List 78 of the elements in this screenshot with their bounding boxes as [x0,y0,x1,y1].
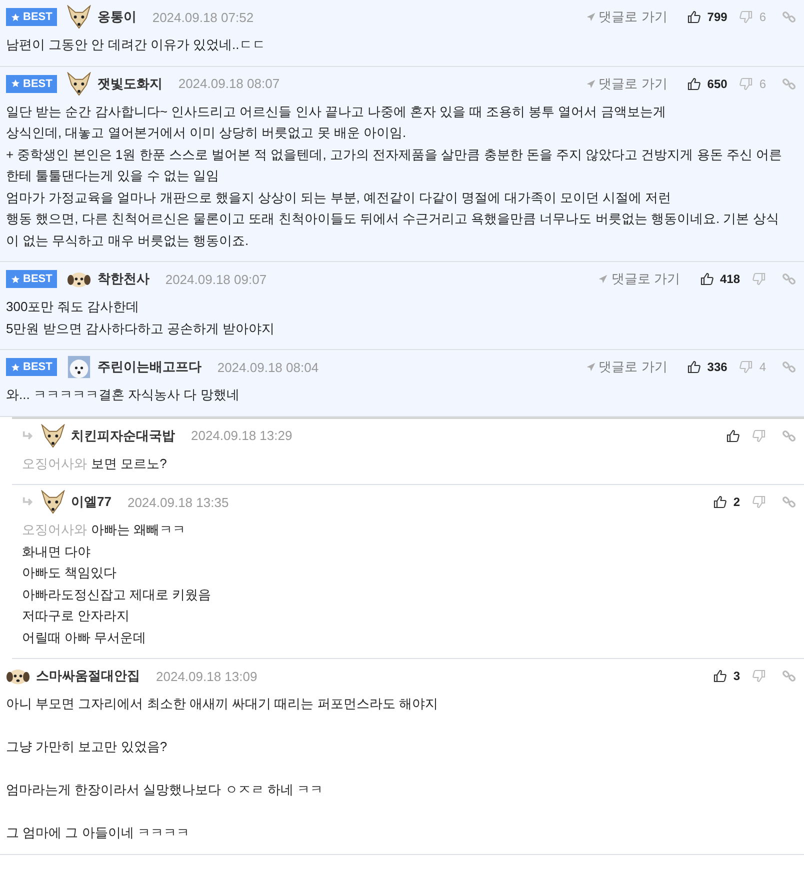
comment-text: 5만원 받으면 감사하다하고 공손하게 받아야지 [6,320,276,338]
go-to-comment-link[interactable]: 댓글로 가기 [586,358,668,376]
like-count: 336 [707,360,728,374]
link-icon[interactable] [782,272,796,286]
link-icon[interactable] [782,360,796,374]
best-badge: BEST [6,74,58,92]
thumbs-up-icon[interactable] [687,76,702,90]
thumbs-down-icon[interactable] [752,669,766,683]
thumbs-down-icon[interactable] [739,76,754,90]
thumbs-up-icon[interactable] [700,272,714,286]
comment-text: 그 엄마에 그 아들이네 ㅋㅋㅋㅋ [6,824,190,842]
link-icon[interactable] [782,76,796,90]
author-name[interactable]: 옹통이 [97,8,136,26]
comment-date: 2024.09.18 09:07 [165,272,267,286]
comment-text: 오징어사와 보면 모르노? [22,454,168,472]
thumbs-up-icon[interactable] [713,669,728,683]
thumbs-up-icon[interactable] [726,428,740,442]
best-badge: BEST [6,270,58,288]
thumbs-up-icon[interactable] [687,10,702,24]
like-count: 799 [707,10,728,24]
best-badge: BEST [6,8,58,26]
comment-text: 엄마가 가정교육을 얼마나 개판으로 했을지 상상이 되는 부분, 예전같이 다같이 명절에 대가족이 모이던 시절에 저런 [6,188,672,206]
comment-text: 일단 받는 순간 감사합니다~ 인사드리고 어르신들 인사 끝나고 나중에 혼자 있을 때 조용히 봉투 열어서 금액보는게 [6,102,667,120]
comment-text: 아니 부모면 그자리에서 최소한 애새끼 싸대기 때리는 퍼포먼스라도 해야지 [6,695,439,713]
comment-text: 상식인데, 대놓고 열어본거에서 이미 상당히 버릇없고 못 배운 아이임. [6,124,408,142]
comment-text: 엄마라는게 한장이라서 실망했나보다 ㅇㅈㄹ 하네 ㅋㅋ [6,781,324,799]
comment-text: 오징어사와 아빠는 왜빼ㅋㅋ [22,521,187,539]
author-name[interactable]: 착한천사 [97,270,150,288]
thumbs-down-icon[interactable] [752,495,766,509]
go-to-comment-link[interactable]: 댓글로 가기 [586,8,668,26]
comment-text: 어릴때 아빠 무서운데 [22,628,148,646]
link-icon[interactable] [782,669,796,683]
link-icon[interactable] [782,10,796,24]
comment-date: 2024.09.18 13:35 [127,494,229,510]
best-badge: BEST [6,358,58,376]
go-to-comment-link[interactable]: 댓글로 가기 [598,270,680,288]
comment-date: 2024.09.18 08:07 [178,76,280,91]
send-icon [598,274,608,284]
thumbs-down-icon[interactable] [752,272,766,286]
like-count: 418 [720,272,740,286]
author-name[interactable]: 스마싸움절대안집 [36,667,140,685]
author-name[interactable]: 잿빛도화지 [97,74,162,92]
dislike-count: 6 [759,76,766,90]
thumbs-up-icon[interactable] [687,360,702,374]
comment-text: 아빠도 책임있다 [22,564,118,582]
send-icon [586,362,596,372]
link-icon[interactable] [782,495,796,509]
thumbs-down-icon[interactable] [739,10,754,24]
link-icon[interactable] [782,428,796,442]
comment-text: 와... ㅋㅋㅋㅋㅋ결혼 자식농사 다 망했네 [6,386,240,404]
comment-text: 저따구로 안자라지 [22,607,131,625]
thumbs-down-icon[interactable] [752,428,766,442]
reply-arrow-icon [22,497,35,507]
like-count: 2 [733,495,740,509]
comment-text: 그냥 가만히 보고만 있었음? [6,738,168,756]
comment-date: 2024.09.18 13:09 [156,668,258,684]
go-to-comment-link[interactable]: 댓글로 가기 [586,74,668,92]
dislike-count: 6 [759,10,766,24]
comment-text: 행동 했으면, 다른 친척어르신은 물론이고 또래 친척아이들도 뒤에서 수근거리고 욕했을만큼 너무나도 버릇없는 행동이네요. 기본 상식이 없는 무식하고 매우 버릇없는 행동이죠. [6,210,780,250]
comment-text: 남편이 그동안 안 데려간 이유가 있었네..ㄷㄷ [6,36,266,54]
thumbs-down-icon[interactable] [739,360,754,374]
like-count: 3 [733,669,740,683]
comment-date: 2024.09.18 08:04 [217,360,319,374]
like-count: 650 [707,76,728,90]
comment-text: 아빠라도정신잡고 제대로 키웠음 [22,586,212,604]
comment-date: 2024.09.18 07:52 [152,10,254,24]
author-name[interactable]: 치킨피자순대국밥 [71,426,175,444]
comment-date: 2024.09.18 13:29 [191,428,292,443]
comment-text: 화내면 다야 [22,542,92,560]
author-name[interactable]: 이엘77 [71,493,112,511]
send-icon [586,12,596,22]
comment-text: + 중학생인 본인은 1원 한푼 스스로 벌어본 적 없을텐데, 고가의 전자제품을 살만큼 충분한 돈을 주지 않았다고 건방지게 용돈 주신 어른한테 툴툴댄다는게 있을 수 없는 일임 [6,146,784,185]
thumbs-up-icon[interactable] [713,495,728,509]
author-name[interactable]: 주린이는배고프다 [97,358,202,376]
send-icon [586,78,596,88]
reply-arrow-icon [22,430,35,440]
dislike-count: 4 [759,360,766,374]
comment-text: 300포만 줘도 감사한데 [6,298,140,316]
